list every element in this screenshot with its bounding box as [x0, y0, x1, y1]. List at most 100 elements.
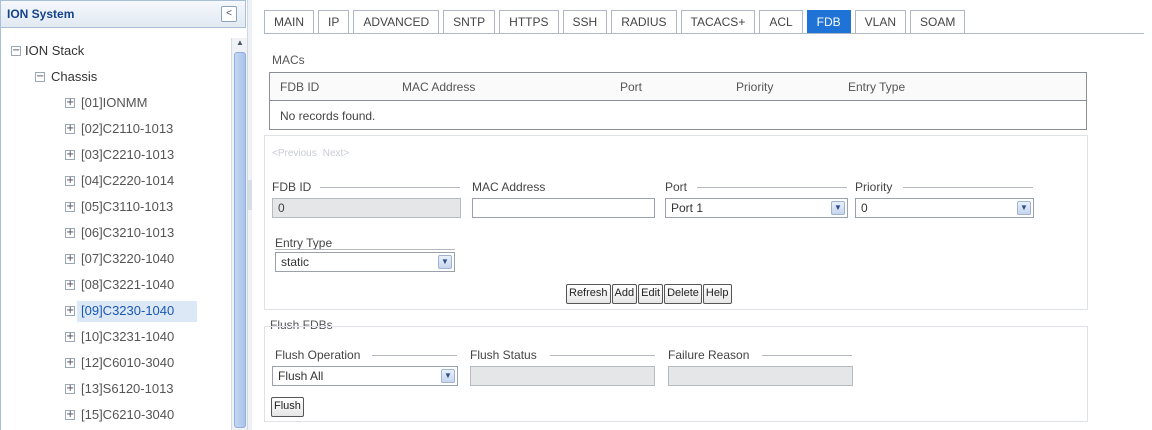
port-select-value: Port 1 [671, 201, 704, 215]
entry-type-select-value: static [281, 255, 310, 269]
tab-bar: MAIN IP ADVANCED SNTP HTTPS SSH RADIUS TACACS+ A… [264, 10, 969, 34]
tree-node-label: [10]C3231-1040 [81, 329, 175, 344]
tree-node-label: [04]C2220-1014 [81, 173, 175, 188]
field-rule [697, 187, 847, 188]
fdb-id-field: 0 [272, 198, 461, 218]
chevron-down-icon[interactable]: ▼ [831, 201, 845, 215]
port-label: Port [665, 180, 688, 194]
tree-node-label: [03]C2210-1013 [81, 147, 175, 162]
expand-icon[interactable]: + [65, 358, 75, 368]
expand-icon[interactable]: + [65, 228, 75, 238]
expand-icon[interactable]: + [65, 254, 75, 264]
flush-status-label: Flush Status [470, 348, 537, 362]
flush-operation-value: Flush All [278, 369, 324, 383]
entry-type-select[interactable]: static ▼ [275, 252, 455, 272]
tree-node-label: [15]C6210-3040 [81, 407, 175, 422]
expand-icon[interactable]: + [65, 176, 75, 186]
flush-status-field [470, 366, 655, 386]
tab-sntp[interactable]: SNTP [443, 10, 496, 34]
column-header-fdb-id[interactable]: FDB ID [280, 80, 319, 94]
splitter-grip-icon[interactable] [248, 180, 252, 210]
tree-node-label: [06]C3210-1013 [81, 225, 175, 240]
expand-icon[interactable]: + [65, 332, 75, 342]
chevron-down-icon[interactable]: ▼ [438, 255, 452, 269]
fdb-id-label: FDB ID [272, 180, 312, 194]
priority-select[interactable]: 0 ▼ [855, 198, 1034, 218]
edit-button[interactable]: Edit [638, 284, 664, 304]
tree-node-label: [01]IONMM [81, 95, 148, 110]
tab-tacacs[interactable]: TACACS+ [680, 10, 756, 34]
tab-acl[interactable]: ACL [759, 10, 803, 34]
delete-button[interactable]: Delete [664, 284, 702, 304]
field-rule [275, 249, 455, 250]
macs-table-header: FDB ID MAC Address Port Priority Entry T… [270, 73, 1086, 101]
expand-icon[interactable]: + [65, 124, 75, 134]
tree-node-label: [08]C3221-1040 [81, 277, 175, 292]
tree-body: − ION Stack − Chassis + [01]IONMM + [02]C21… [0, 28, 247, 430]
mac-address-field[interactable] [472, 198, 655, 218]
tree-node-label: ION Stack [25, 43, 85, 58]
field-rule [762, 355, 852, 356]
flush-operation-select[interactable]: Flush All ▼ [272, 366, 458, 386]
tab-main[interactable]: MAIN [264, 10, 314, 34]
column-header-entry-type[interactable]: Entry Type [848, 80, 905, 94]
tab-ip[interactable]: IP [318, 10, 350, 34]
panel-splitter[interactable] [247, 0, 252, 430]
expand-icon[interactable]: + [65, 410, 75, 420]
failure-reason-field [668, 366, 853, 386]
scroll-up-icon[interactable]: ▲ [234, 38, 246, 50]
tree-title: ION System [7, 7, 75, 21]
flush-operation-label: Flush Operation [275, 348, 361, 362]
tab-advanced[interactable]: ADVANCED [353, 10, 440, 34]
expand-icon[interactable]: + [65, 306, 75, 316]
port-select[interactable]: Port 1 ▼ [665, 198, 848, 218]
column-header-priority[interactable]: Priority [736, 80, 773, 94]
tab-radius[interactable]: RADIUS [611, 10, 677, 34]
expand-icon[interactable]: + [65, 98, 75, 108]
tree-node-label: [07]C3220-1040 [81, 251, 175, 266]
next-link[interactable]: Next> [323, 148, 349, 159]
priority-select-value: 0 [861, 201, 868, 215]
expand-icon[interactable]: + [65, 150, 75, 160]
action-buttons: Refresh Add Edit Delete Help [566, 284, 733, 304]
tab-fdb[interactable]: FDB [806, 10, 851, 34]
expand-icon[interactable]: + [65, 280, 75, 290]
chevron-down-icon[interactable]: ▼ [441, 369, 455, 383]
tab-divider [264, 33, 1144, 34]
tree-header: ION System < [0, 0, 246, 28]
tree-scrollbar[interactable]: ▲ [231, 38, 247, 430]
tab-vlan[interactable]: VLAN [854, 10, 907, 34]
tab-https[interactable]: HTTPS [499, 10, 559, 34]
collapse-icon[interactable]: − [11, 46, 21, 56]
tree-node-label: [09]C3230-1040 [81, 303, 175, 318]
tree-node-label: [02]C2110-1013 [81, 121, 174, 136]
flush-button[interactable]: Flush [271, 397, 304, 417]
refresh-button[interactable]: Refresh [566, 284, 611, 304]
macs-section-label: MACs [272, 53, 305, 67]
previous-link[interactable]: <Previous [272, 148, 317, 159]
field-rule [372, 355, 457, 356]
collapse-icon[interactable]: − [35, 72, 45, 82]
expand-icon[interactable]: + [65, 384, 75, 394]
tree-node-label: Chassis [51, 69, 98, 84]
scrollbar-thumb[interactable] [234, 52, 246, 428]
field-rule [320, 187, 460, 188]
tree-node-label: [13]S6120-1013 [81, 381, 174, 396]
column-header-mac-address[interactable]: MAC Address [402, 80, 475, 94]
add-button[interactable]: Add [611, 284, 638, 304]
chevron-down-icon[interactable]: ▼ [1017, 201, 1031, 215]
macs-table: FDB ID MAC Address Port Priority Entry T… [269, 72, 1087, 130]
field-rule [550, 355, 655, 356]
expand-icon[interactable]: + [65, 202, 75, 212]
column-header-port[interactable]: Port [620, 80, 642, 94]
empty-records-message: No records found. [280, 109, 376, 123]
tab-soam[interactable]: SOAM [910, 10, 966, 34]
help-button[interactable]: Help [702, 284, 732, 304]
tab-ssh[interactable]: SSH [562, 10, 608, 34]
tree-node-label: [05]C3110-1013 [81, 199, 174, 214]
flush-button-wrap: Flush [271, 397, 305, 417]
pager: <Previous Next> [272, 148, 355, 159]
priority-label: Priority [855, 180, 893, 194]
tree-node-label: [12]C6010-3040 [81, 355, 175, 370]
collapse-panel-button[interactable]: < [221, 6, 237, 22]
